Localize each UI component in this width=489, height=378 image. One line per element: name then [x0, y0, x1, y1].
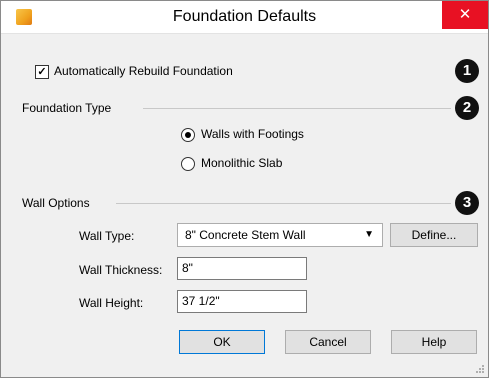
title-bar[interactable]: Foundation Defaults ✕	[1, 1, 488, 34]
foundation-type-heading: Foundation Type	[22, 101, 112, 115]
define-button[interactable]: Define...	[390, 223, 478, 247]
callout-badge-1: 1	[455, 59, 479, 83]
ok-button[interactable]: OK	[179, 330, 265, 354]
callout-badge-2: 2	[455, 96, 479, 120]
help-button[interactable]: Help	[391, 330, 477, 354]
monolithic-slab-label: Monolithic Slab	[201, 156, 283, 170]
wall-type-select[interactable]: 8" Concrete Stem Wall ▼	[177, 223, 383, 247]
wall-type-value: 8" Concrete Stem Wall	[185, 228, 306, 242]
wall-thickness-label: Wall Thickness:	[79, 263, 163, 277]
cancel-button[interactable]: Cancel	[285, 330, 371, 354]
wall-thickness-input[interactable]: 8"	[177, 257, 307, 280]
wall-options-divider	[116, 203, 451, 204]
close-button[interactable]: ✕	[442, 1, 488, 29]
wall-height-input[interactable]: 37 1/2"	[177, 290, 307, 313]
wall-height-label: Wall Height:	[79, 296, 144, 310]
radio-walls-with-footings[interactable]	[181, 128, 195, 142]
foundation-defaults-dialog: Foundation Defaults ✕ ✓ Automatically Re…	[0, 0, 489, 378]
dropdown-arrow-icon: ▼	[364, 229, 374, 240]
radio-monolithic-slab[interactable]	[181, 157, 195, 171]
dialog-title: Foundation Defaults	[172, 8, 317, 25]
foundation-type-divider	[143, 108, 451, 109]
wall-type-label: Wall Type:	[79, 229, 135, 243]
callout-badge-3: 3	[455, 191, 479, 215]
auto-rebuild-label: Automatically Rebuild Foundation	[54, 64, 233, 78]
radio-selected-dot	[185, 132, 191, 138]
wall-options-heading: Wall Options	[22, 196, 90, 210]
walls-with-footings-label: Walls with Footings	[201, 127, 304, 141]
resize-grip-icon[interactable]	[475, 364, 485, 374]
auto-rebuild-checkbox[interactable]: ✓	[35, 65, 49, 79]
